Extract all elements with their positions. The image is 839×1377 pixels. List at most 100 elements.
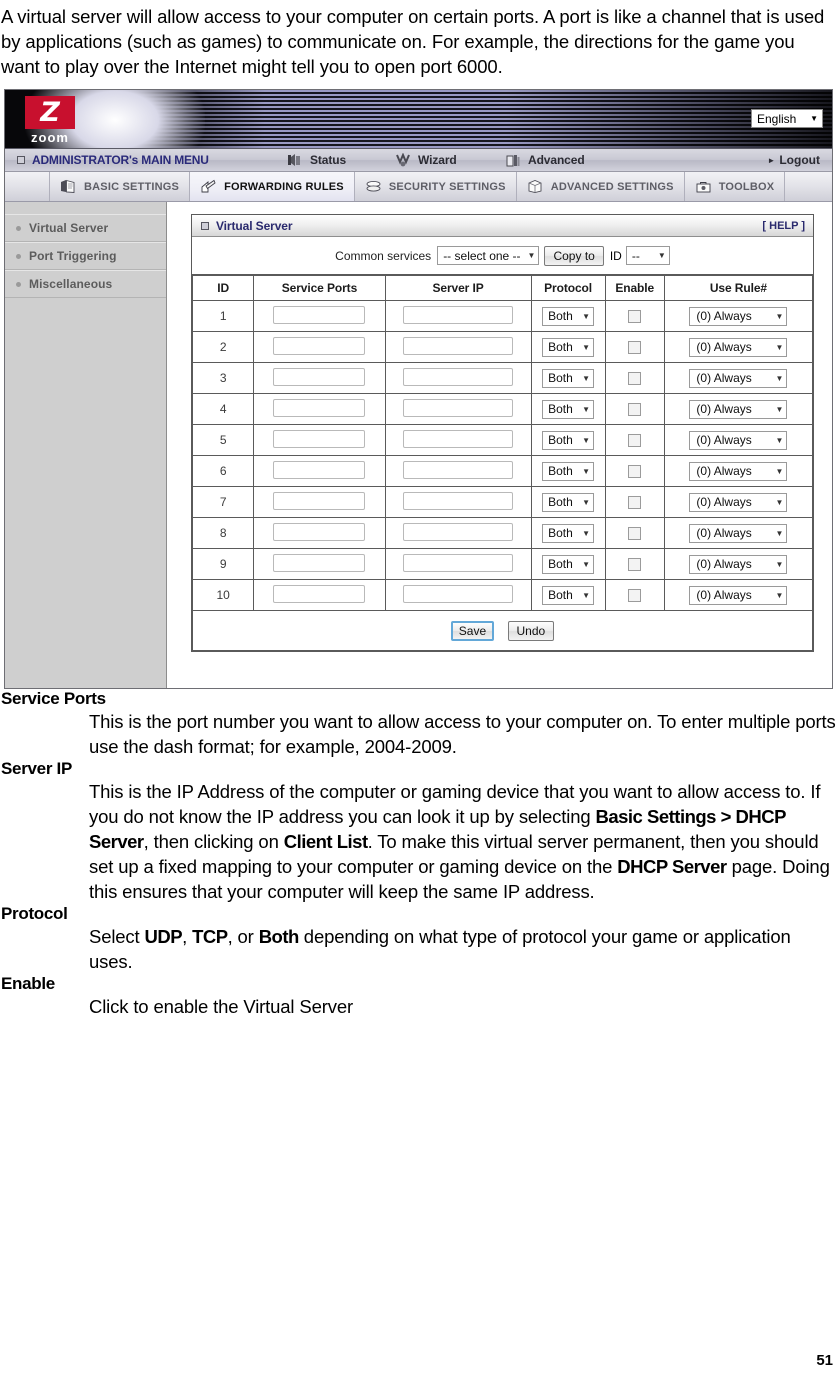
table-header-row: ID Service Ports Server IP Protocol Enab…: [191, 275, 814, 301]
sidebar-item-port-triggering[interactable]: Port Triggering: [5, 242, 166, 270]
chevron-down-icon: ▼: [582, 404, 591, 414]
tab-advanced-settings[interactable]: ADVANCED SETTINGS: [517, 172, 685, 201]
enable-checkbox[interactable]: [628, 310, 642, 324]
menu-item-advanced[interactable]: Advanced: [505, 153, 585, 168]
tab-forwarding-rules[interactable]: FORWARDING RULES: [190, 172, 355, 201]
tab-basic-settings[interactable]: BASIC SETTINGS: [49, 172, 191, 201]
service-ports-input[interactable]: [273, 336, 366, 355]
undo-button[interactable]: Undo: [507, 620, 555, 641]
menu-item-wizard[interactable]: Wizard: [395, 152, 457, 168]
enable-checkbox[interactable]: [628, 496, 642, 510]
cell-service-ports: [253, 548, 386, 580]
virtual-server-table: ID Service Ports Server IP Protocol Enab…: [191, 275, 814, 651]
use-rule-select[interactable]: (0) Always ▼: [689, 523, 788, 543]
use-rule-select[interactable]: (0) Always ▼: [689, 585, 788, 605]
column-header-id: ID: [191, 275, 255, 301]
use-rule-select[interactable]: (0) Always ▼: [689, 430, 788, 450]
logout-link[interactable]: ► Logout: [767, 153, 820, 167]
cell-id: 9: [191, 548, 255, 580]
service-ports-input[interactable]: [273, 460, 366, 479]
server-ip-input[interactable]: [403, 429, 514, 448]
chevron-down-icon: ▼: [582, 497, 591, 507]
enable-checkbox[interactable]: [628, 465, 642, 479]
tab-toolbox[interactable]: TOOLBOX: [685, 172, 786, 201]
protocol-select-value: Both: [548, 557, 573, 571]
service-ports-input[interactable]: [273, 429, 366, 448]
cell-enable: [604, 486, 665, 518]
service-ports-input[interactable]: [273, 367, 366, 386]
server-ip-input[interactable]: [403, 367, 514, 386]
cell-id: 3: [191, 362, 255, 394]
protocol-select[interactable]: Both ▼: [542, 430, 595, 450]
protocol-select[interactable]: Both ▼: [542, 368, 595, 388]
server-ip-input[interactable]: [403, 398, 514, 417]
enable-checkbox[interactable]: [628, 589, 642, 603]
copy-to-button[interactable]: Copy to: [544, 245, 604, 266]
sidebar-item-virtual-server[interactable]: Virtual Server: [5, 214, 166, 242]
column-header-service-ports: Service Ports: [253, 275, 386, 301]
screenshot-body: Virtual Server Port Triggering Miscellan…: [5, 202, 832, 688]
service-ports-input[interactable]: [273, 584, 366, 603]
server-ip-input[interactable]: [403, 584, 514, 603]
service-ports-input[interactable]: [273, 553, 366, 572]
server-ip-input[interactable]: [403, 522, 514, 541]
id-select[interactable]: -- ▼: [625, 246, 670, 265]
id-select-value: --: [631, 248, 640, 263]
service-ports-input[interactable]: [273, 398, 366, 417]
main-menu-link[interactable]: ADMINISTRATOR's MAIN MENU: [17, 153, 209, 167]
term-server-ip: Server IP: [1, 759, 73, 778]
server-ip-input[interactable]: [403, 553, 514, 572]
protocol-select[interactable]: Both ▼: [542, 306, 595, 326]
protocol-select-value: Both: [548, 340, 573, 354]
use-rule-select[interactable]: (0) Always ▼: [689, 492, 788, 512]
protocol-select-value: Both: [548, 309, 573, 323]
table-row: 7 Both ▼ (0) Always ▼: [191, 486, 814, 518]
cell-id: 7: [191, 486, 255, 518]
protocol-select[interactable]: Both ▼: [542, 523, 595, 543]
cell-protocol: Both ▼: [530, 548, 606, 580]
language-select[interactable]: English ▼: [751, 109, 823, 128]
protocol-select-value: Both: [548, 402, 573, 416]
use-rule-select[interactable]: (0) Always ▼: [689, 399, 788, 419]
service-ports-input[interactable]: [273, 305, 366, 324]
server-ip-input[interactable]: [403, 460, 514, 479]
enable-checkbox[interactable]: [628, 558, 642, 572]
server-ip-input[interactable]: [403, 491, 514, 510]
tab-security-settings-label: SECURITY SETTINGS: [388, 180, 506, 193]
use-rule-select[interactable]: (0) Always ▼: [689, 337, 788, 357]
service-ports-input[interactable]: [273, 522, 366, 541]
use-rule-select[interactable]: (0) Always ▼: [689, 368, 788, 388]
protocol-select[interactable]: Both ▼: [542, 585, 595, 605]
protocol-select[interactable]: Both ▼: [542, 337, 595, 357]
server-ip-input[interactable]: [403, 305, 514, 324]
protocol-select[interactable]: Both ▼: [542, 554, 595, 574]
enable-checkbox[interactable]: [628, 527, 642, 541]
enable-checkbox[interactable]: [628, 434, 642, 448]
protocol-select[interactable]: Both ▼: [542, 461, 595, 481]
menu-item-status[interactable]: Status: [287, 153, 346, 168]
use-rule-select[interactable]: (0) Always ▼: [689, 306, 788, 326]
tab-security-settings[interactable]: SECURITY SETTINGS: [355, 172, 517, 201]
service-ports-input[interactable]: [273, 491, 366, 510]
chevron-down-icon: ▼: [775, 466, 784, 476]
use-rule-select-value: (0) Always: [696, 526, 752, 540]
help-link[interactable]: [ HELP ]: [762, 220, 805, 232]
common-services-select[interactable]: -- select one -- ▼: [437, 246, 540, 265]
sidebar-item-miscellaneous[interactable]: Miscellaneous: [5, 270, 166, 298]
use-rule-select[interactable]: (0) Always ▼: [689, 554, 788, 574]
server-ip-input[interactable]: [403, 336, 514, 355]
protocol-select[interactable]: Both ▼: [542, 492, 595, 512]
cell-protocol: Both ▼: [530, 517, 606, 549]
chevron-down-icon: ▼: [775, 559, 784, 569]
cell-use-rule: (0) Always ▼: [663, 362, 814, 394]
protocol-select[interactable]: Both ▼: [542, 399, 595, 419]
cell-server-ip: [384, 424, 532, 456]
term-protocol: Protocol: [1, 904, 68, 923]
enable-checkbox[interactable]: [628, 341, 642, 355]
save-button[interactable]: Save: [450, 620, 495, 641]
definition-server-ip: This is the IP Address of the computer o…: [89, 781, 830, 902]
enable-checkbox[interactable]: [628, 403, 642, 417]
use-rule-select[interactable]: (0) Always ▼: [689, 461, 788, 481]
use-rule-select-value: (0) Always: [696, 340, 752, 354]
enable-checkbox[interactable]: [628, 372, 642, 386]
